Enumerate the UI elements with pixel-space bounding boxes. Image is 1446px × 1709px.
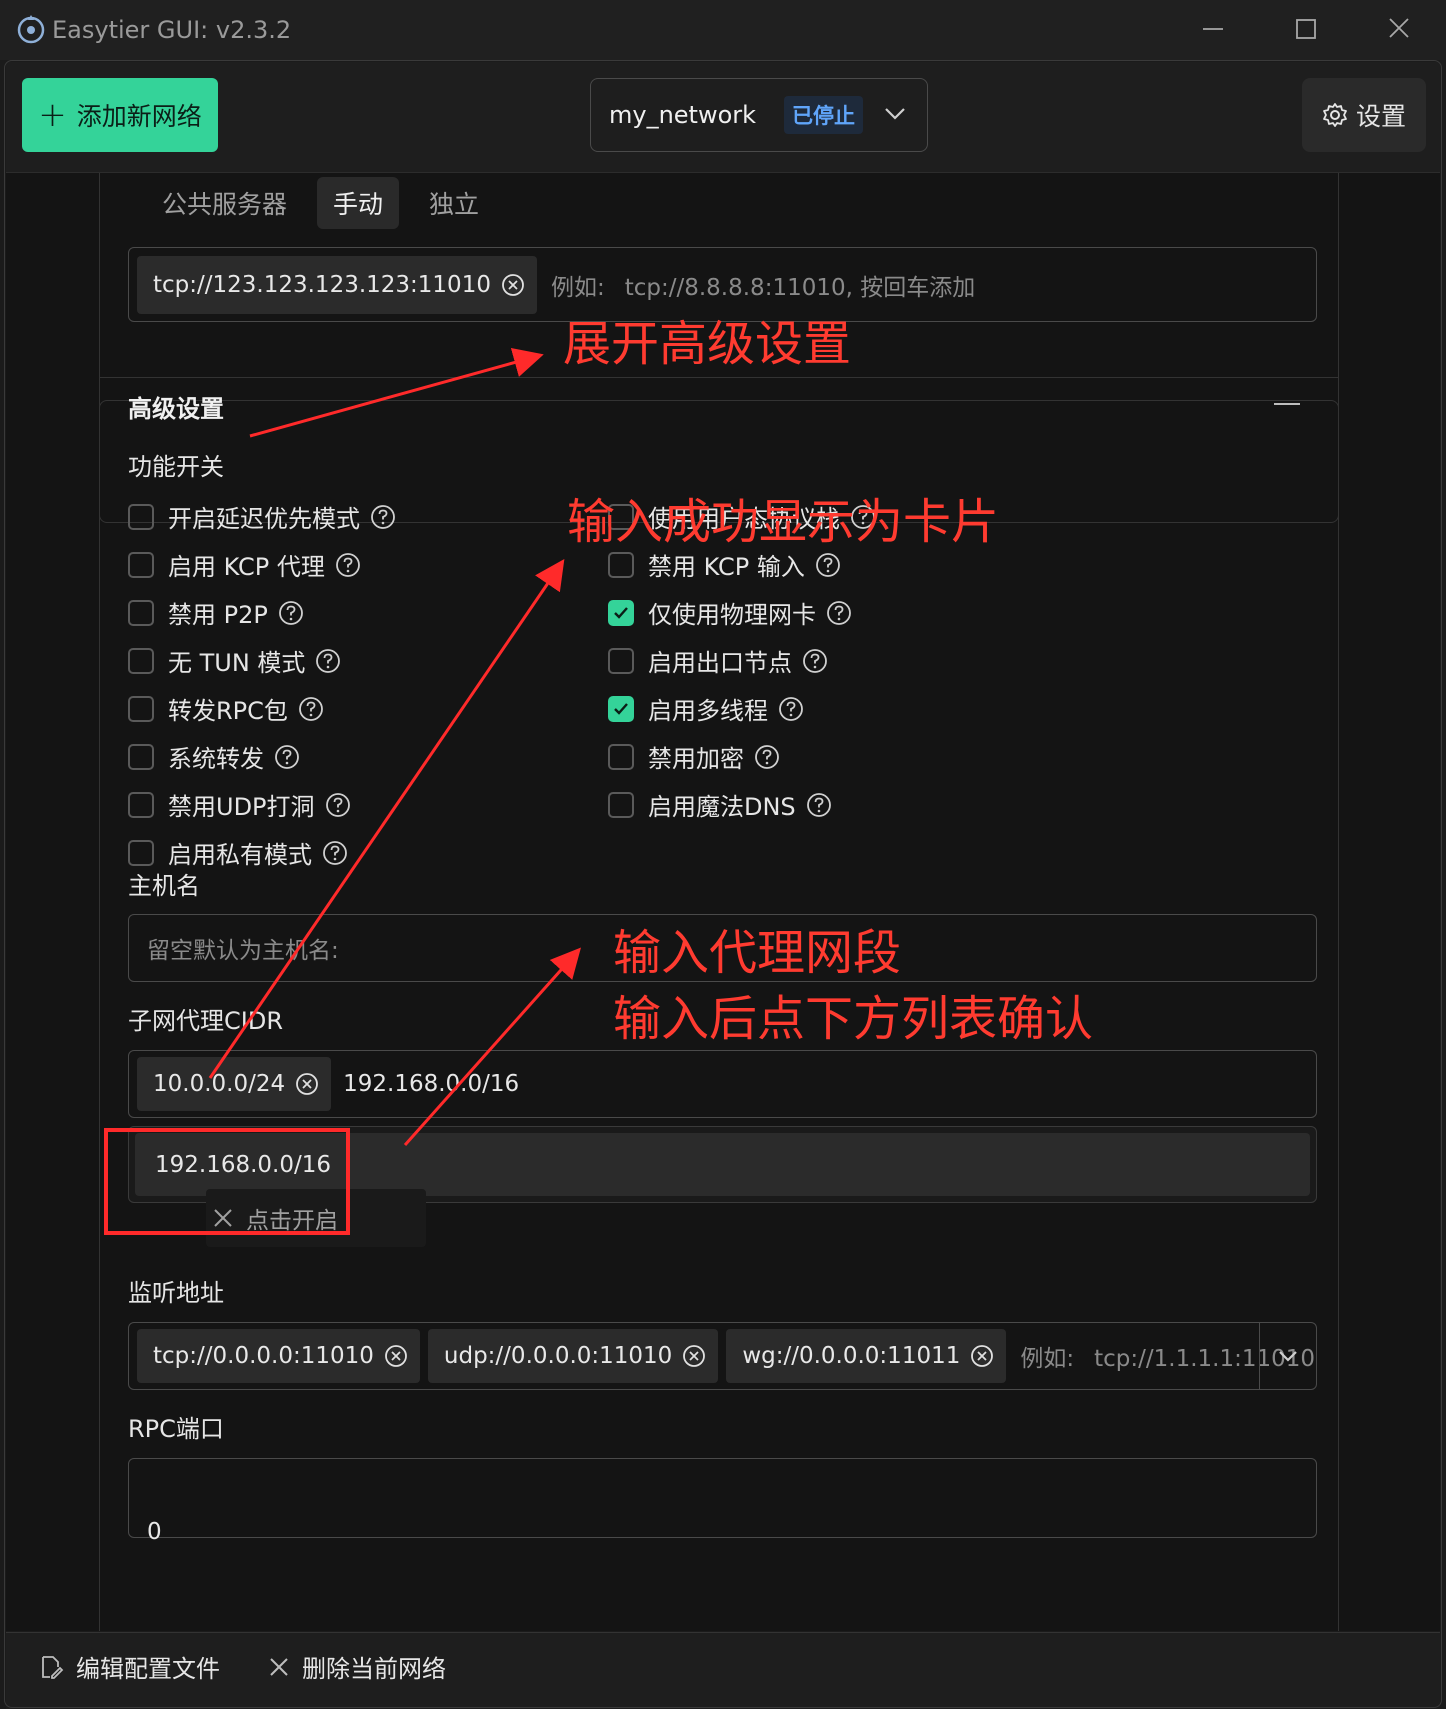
annotation-proxy-line1: 输入代理网段 — [613, 925, 902, 981]
annotation-proxy-line2: 输入后点下方列表确认 — [613, 991, 1094, 1047]
annotation-highlight-box — [104, 1128, 350, 1235]
annotation-expand-advanced: 展开高级设置 — [563, 316, 852, 372]
annotation-arrows — [208, 347, 581, 1146]
annotation-card-success: 输入成功显示为卡片 — [567, 494, 1000, 550]
